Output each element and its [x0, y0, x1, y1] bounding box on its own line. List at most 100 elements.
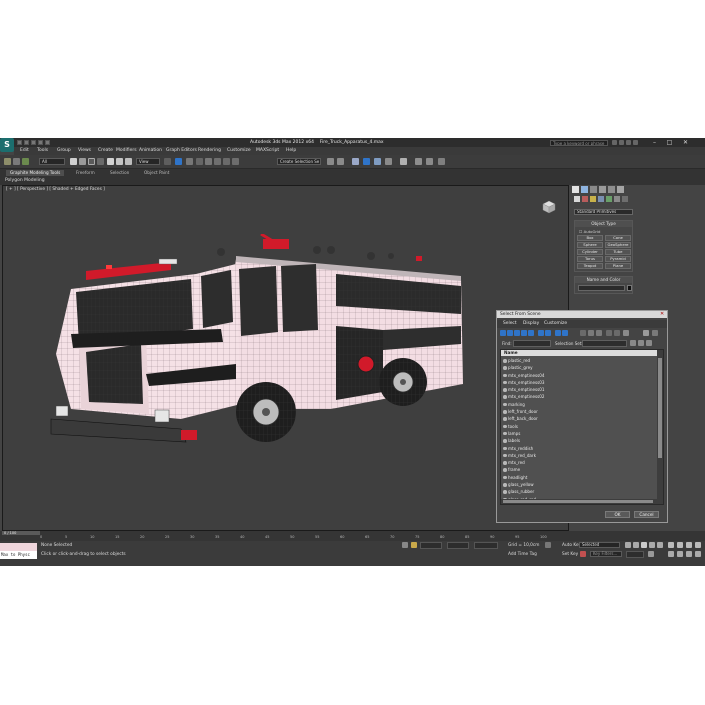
list-item[interactable]: mtx_emptiness01: [501, 386, 658, 393]
utilities-tab-icon[interactable]: [617, 186, 624, 193]
key-filters-button[interactable]: Key Filters...: [590, 551, 622, 557]
sphere-button[interactable]: Sphere: [577, 242, 603, 248]
edit-selection-set-icon[interactable]: [630, 340, 636, 346]
list-horizontal-scrollbar[interactable]: [501, 499, 658, 504]
list-item[interactable]: mtx_red_dark: [501, 452, 658, 459]
dialog-title-bar[interactable]: Select From Scene ✕: [497, 311, 667, 318]
zoom-all-icon[interactable]: [677, 542, 683, 548]
viewcube-icon[interactable]: [540, 198, 558, 216]
list-item[interactable]: plastic_red: [501, 357, 658, 364]
remove-selection-set-icon[interactable]: [646, 340, 652, 346]
search-icon[interactable]: [612, 140, 617, 145]
filter-icon[interactable]: [643, 330, 649, 336]
motion-tab-icon[interactable]: [599, 186, 606, 193]
box-button[interactable]: Box: [577, 235, 603, 241]
helpers-icon[interactable]: [606, 196, 612, 202]
align-icon[interactable]: [337, 158, 344, 165]
display-warps-icon[interactable]: [538, 330, 544, 336]
menu-modifiers[interactable]: Modifiers: [116, 148, 137, 153]
display-groups-icon[interactable]: [545, 330, 551, 336]
name-column-header[interactable]: Name: [501, 350, 658, 356]
horizontal-scroll-thumb[interactable]: [503, 500, 653, 503]
display-tab-icon[interactable]: [608, 186, 615, 193]
dialog-close-button[interactable]: ✕: [660, 312, 665, 317]
star-icon[interactable]: [626, 140, 631, 145]
lock-selection-icon[interactable]: [402, 542, 408, 548]
mirror-icon[interactable]: [327, 158, 334, 165]
space-warps-icon[interactable]: [614, 196, 620, 202]
display-lights-icon[interactable]: [514, 330, 520, 336]
display-helpers-icon[interactable]: [528, 330, 534, 336]
plane-button[interactable]: Plane: [605, 263, 631, 269]
menu-tools[interactable]: Tools: [37, 148, 48, 153]
previous-frame-icon[interactable]: [633, 542, 639, 548]
angle-snap-icon[interactable]: [205, 158, 212, 165]
ok-button[interactable]: OK: [605, 511, 630, 518]
help-icon[interactable]: [633, 140, 638, 145]
next-frame-icon[interactable]: [649, 542, 655, 548]
geometry-icon[interactable]: [574, 196, 580, 202]
curve-editor-icon[interactable]: [374, 158, 381, 165]
maximize-button[interactable]: □: [665, 139, 674, 146]
cancel-button[interactable]: Cancel: [634, 511, 659, 518]
maxscript-listener-output[interactable]: Max to Physc: [0, 551, 37, 559]
column-options-icon[interactable]: [652, 330, 658, 336]
cameras-icon[interactable]: [598, 196, 604, 202]
menu-views[interactable]: Views: [78, 148, 91, 153]
pivot-center-icon[interactable]: [164, 158, 171, 165]
dialog-menu-customize[interactable]: Customize: [544, 321, 567, 326]
schematic-view-icon[interactable]: [385, 158, 392, 165]
lights-icon[interactable]: [590, 196, 596, 202]
zoom-icon[interactable]: [668, 542, 674, 548]
minimize-button[interactable]: –: [650, 139, 659, 146]
redo-icon[interactable]: [45, 140, 50, 145]
list-item[interactable]: glass_rubber: [501, 488, 658, 495]
snaps-toggle-icon[interactable]: [196, 158, 203, 165]
menu-help[interactable]: Help: [286, 148, 296, 153]
select-all-icon[interactable]: [580, 330, 586, 336]
rendered-frame-window-icon[interactable]: [426, 158, 433, 165]
absolute-mode-icon[interactable]: [411, 542, 417, 548]
layer-manager-icon[interactable]: [352, 158, 359, 165]
orbit-icon[interactable]: [686, 551, 692, 557]
select-by-name-icon[interactable]: [79, 158, 86, 165]
name-color-rollout-header[interactable]: Name and Color: [575, 277, 632, 283]
teapot-button[interactable]: Teapot: [577, 263, 603, 269]
close-window-button[interactable]: ✕: [681, 139, 690, 146]
list-item[interactable]: glass_yellow: [501, 481, 658, 488]
time-slider[interactable]: 0 / 100: [2, 531, 40, 535]
create-tab-icon[interactable]: [572, 186, 579, 193]
help-search-input[interactable]: Type a keyword or phrase: [550, 139, 608, 146]
perspective-viewport[interactable]: [ + ] [ Perspective ] [ Shaded + Edged F…: [2, 185, 569, 531]
keyboard-shortcut-icon[interactable]: [186, 158, 193, 165]
reference-coordinate-select[interactable]: View: [136, 158, 160, 165]
x-coordinate-field[interactable]: [420, 542, 442, 549]
selection-set-select[interactable]: [582, 340, 627, 347]
move-icon[interactable]: [107, 158, 114, 165]
cylinder-button[interactable]: Cylinder: [577, 249, 603, 255]
cone-button[interactable]: Cone: [605, 235, 631, 241]
list-vertical-scrollbar[interactable]: [657, 350, 663, 504]
list-item[interactable]: headlight: [501, 474, 658, 481]
spinner-snap-icon[interactable]: [223, 158, 230, 165]
field-of-view-icon[interactable]: [668, 551, 674, 557]
new-file-icon[interactable]: [17, 140, 22, 145]
dialog-menu-select[interactable]: Select: [503, 321, 517, 326]
list-item[interactable]: mtx_reddish: [501, 445, 658, 452]
display-xrefs-icon[interactable]: [555, 330, 561, 336]
list-item[interactable]: tools: [501, 423, 658, 430]
layer-icon[interactable]: [623, 330, 629, 336]
object-type-rollout-header[interactable]: Object Type: [575, 221, 632, 227]
z-coordinate-field[interactable]: [474, 542, 498, 549]
app-logo-icon[interactable]: S: [0, 138, 14, 152]
percent-snap-icon[interactable]: [214, 158, 221, 165]
tab-object-paint[interactable]: Object Paint: [140, 170, 173, 176]
rotate-icon[interactable]: [116, 158, 123, 165]
save-file-icon[interactable]: [31, 140, 36, 145]
systems-icon[interactable]: [622, 196, 628, 202]
tab-graphite-modeling-tools[interactable]: Graphite Modeling Tools: [6, 170, 65, 176]
shapes-icon[interactable]: [582, 196, 588, 202]
window-crossing-icon[interactable]: [97, 158, 104, 165]
graphite-toggle-icon[interactable]: [363, 158, 370, 165]
select-object-icon[interactable]: [70, 158, 77, 165]
